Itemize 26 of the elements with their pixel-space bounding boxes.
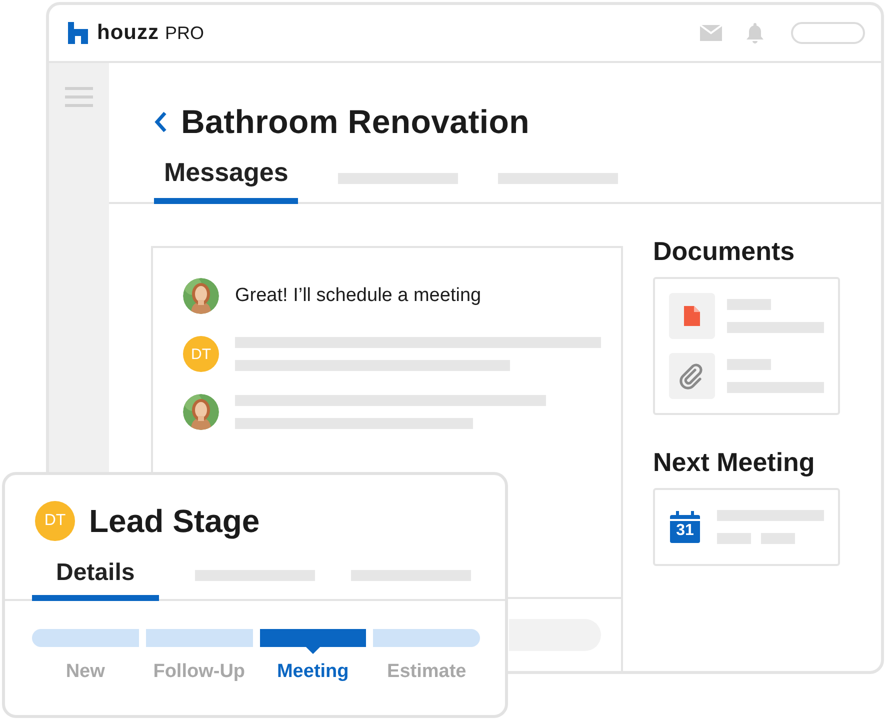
placeholder-bar xyxy=(727,299,771,310)
stage-label: Meeting xyxy=(276,661,349,683)
stage-label: Follow-Up xyxy=(153,661,246,683)
avatar-initials: DT xyxy=(35,501,75,541)
section-title: Next Meeting xyxy=(653,447,816,478)
logo-icon xyxy=(67,22,89,44)
message-text: Great! I’ll schedule a meeting xyxy=(235,285,482,307)
mail-icon[interactable] xyxy=(699,22,723,44)
search-field[interactable] xyxy=(791,22,865,44)
placeholder-bar xyxy=(717,533,751,544)
stage-bar[interactable] xyxy=(260,629,366,654)
tab[interactable]: Messages xyxy=(154,157,298,204)
section-title: Documents xyxy=(653,236,796,267)
logo-text: houzz xyxy=(97,21,159,45)
back-icon[interactable] xyxy=(153,110,169,134)
menu-icon[interactable] xyxy=(65,85,93,109)
stage-label: Estimate xyxy=(387,661,466,683)
placeholder-bar xyxy=(761,533,795,544)
stage-label: New xyxy=(66,661,105,683)
card-title: Lead Stage xyxy=(89,502,260,540)
project-title: Bathroom Renovation xyxy=(181,103,530,141)
tab[interactable]: Details xyxy=(32,559,159,601)
message-field[interactable] xyxy=(509,619,601,651)
placeholder-bar xyxy=(727,359,771,370)
avatar-initials: DT xyxy=(183,336,219,372)
logo-suffix: PRO xyxy=(164,22,204,44)
